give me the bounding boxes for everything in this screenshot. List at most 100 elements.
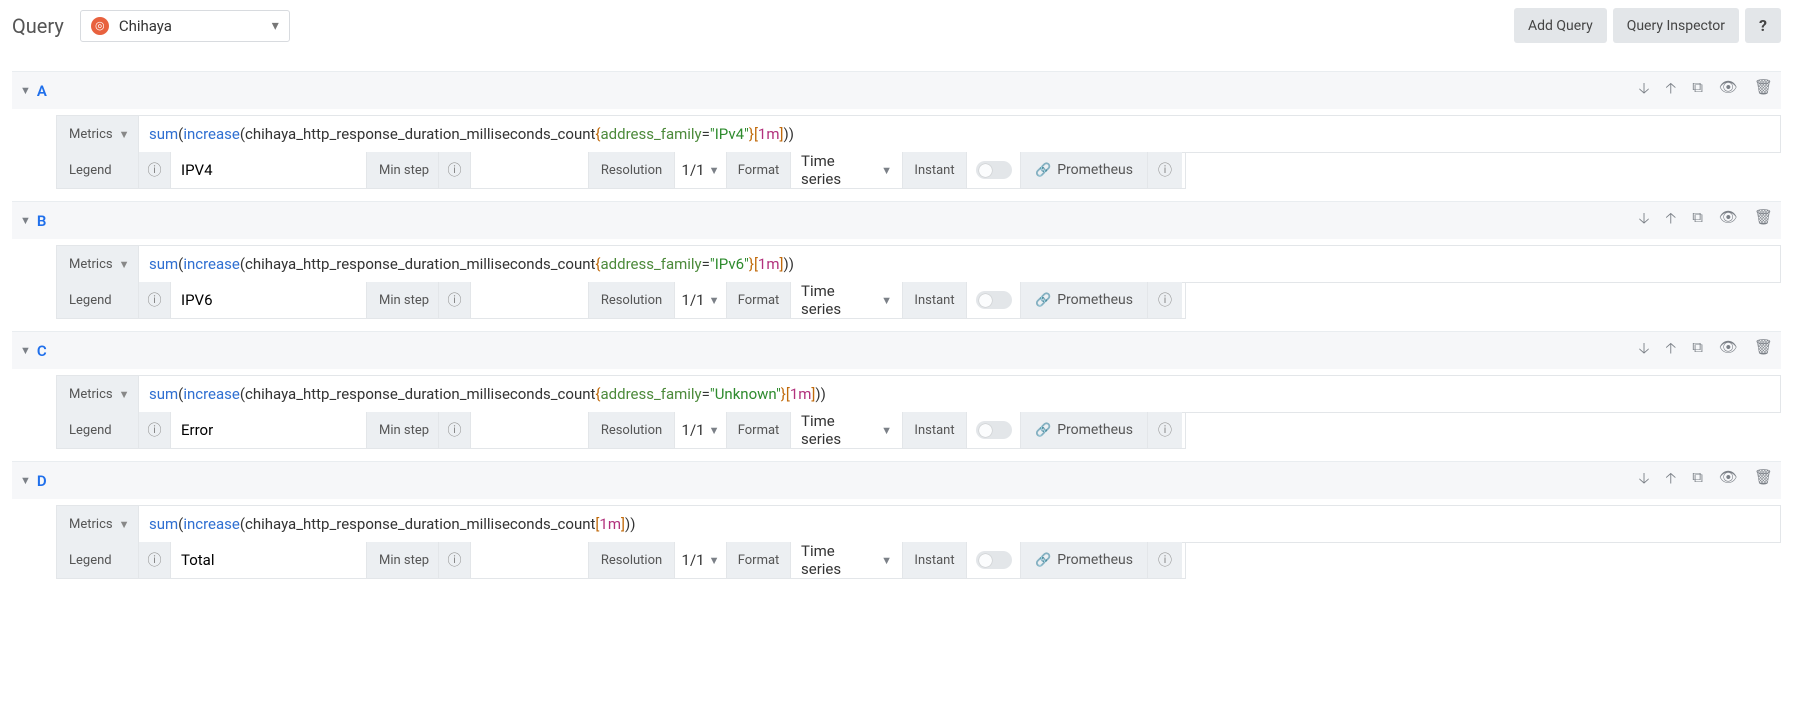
legend-input-wrap: [171, 412, 367, 448]
duplicate-icon[interactable]: ⧉: [1692, 78, 1703, 103]
legend-input[interactable]: [171, 542, 366, 578]
resolution-select[interactable]: 1/1▼: [675, 152, 727, 188]
move-up-icon[interactable]: 🡡: [1665, 468, 1676, 493]
trailing-info-icon[interactable]: ⓘ: [1148, 412, 1182, 448]
chevron-down-icon: ▼: [20, 214, 31, 227]
duplicate-icon[interactable]: ⧉: [1692, 338, 1703, 363]
instant-toggle[interactable]: [976, 161, 1012, 179]
metrics-label[interactable]: Metrics▼: [57, 246, 139, 282]
move-down-icon[interactable]: 🡣: [1639, 78, 1650, 103]
move-down-icon[interactable]: 🡣: [1639, 468, 1650, 493]
trailing-info-icon[interactable]: ⓘ: [1148, 282, 1182, 318]
external-link-icon: 🔗: [1035, 163, 1051, 178]
format-select[interactable]: Time series▼: [791, 152, 903, 188]
query-letter: C: [37, 342, 47, 360]
legend-info-icon[interactable]: ⓘ: [139, 542, 171, 578]
instant-toggle-wrap: [967, 282, 1021, 318]
legend-label: Legend: [57, 282, 139, 318]
delete-icon[interactable]: 🗑: [1754, 468, 1773, 493]
chevron-down-icon: ▼: [709, 424, 720, 437]
chevron-down-icon: ▼: [709, 554, 720, 567]
minstep-input-wrap: [471, 542, 589, 578]
resolution-select[interactable]: 1/1▼: [675, 412, 727, 448]
duplicate-icon[interactable]: ⧉: [1692, 208, 1703, 233]
move-up-icon[interactable]: 🡡: [1665, 208, 1676, 233]
delete-icon[interactable]: 🗑: [1754, 208, 1773, 233]
query-collapse-toggle[interactable]: ▼ A: [20, 82, 47, 100]
move-down-icon[interactable]: 🡣: [1639, 208, 1650, 233]
prometheus-link[interactable]: 🔗Prometheus: [1021, 152, 1148, 188]
legend-info-icon[interactable]: ⓘ: [139, 282, 171, 318]
minstep-input[interactable]: [471, 412, 588, 448]
minstep-input[interactable]: [471, 152, 588, 188]
query-row-B: ▼ B 🡣 🡡 ⧉ 👁 🗑 Metrics▼ sum(increase(chih…: [12, 201, 1781, 331]
legend-info-icon[interactable]: ⓘ: [139, 412, 171, 448]
datasource-picker[interactable]: ◎ Chihaya ▾: [80, 10, 290, 42]
instant-toggle[interactable]: [976, 551, 1012, 569]
format-select[interactable]: Time series▼: [791, 542, 903, 578]
query-body: Metrics▼ sum(increase(chihaya_http_respo…: [12, 505, 1781, 591]
instant-toggle-wrap: [967, 412, 1021, 448]
query-top-bar: Query ◎ Chihaya ▾ Add Query Query Inspec…: [12, 8, 1781, 43]
metrics-label[interactable]: Metrics▼: [57, 116, 139, 152]
chevron-down-icon: ▼: [709, 164, 720, 177]
duplicate-icon[interactable]: ⧉: [1692, 468, 1703, 493]
minstep-info-icon[interactable]: ⓘ: [439, 152, 471, 188]
query-header: ▼ A 🡣 🡡 ⧉ 👁 🗑: [12, 72, 1781, 109]
instant-toggle-wrap: [967, 152, 1021, 188]
help-button[interactable]: ?: [1745, 8, 1781, 43]
format-select[interactable]: Time series▼: [791, 412, 903, 448]
query-collapse-toggle[interactable]: ▼ C: [20, 342, 47, 360]
options-row: Legend ⓘ Min step ⓘ Resolution 1/1▼ Form…: [56, 282, 1186, 319]
trailing-info-icon[interactable]: ⓘ: [1148, 542, 1182, 578]
query-letter: A: [37, 82, 47, 100]
top-left: Query ◎ Chihaya ▾: [12, 10, 290, 42]
minstep-input[interactable]: [471, 542, 588, 578]
metrics-label[interactable]: Metrics▼: [57, 376, 139, 412]
metrics-expression-input[interactable]: sum(increase(chihaya_http_response_durat…: [139, 246, 1780, 282]
move-down-icon[interactable]: 🡣: [1639, 338, 1650, 363]
query-inspector-button[interactable]: Query Inspector: [1613, 8, 1739, 43]
options-row: Legend ⓘ Min step ⓘ Resolution 1/1▼ Form…: [56, 412, 1186, 449]
minstep-info-icon[interactable]: ⓘ: [439, 542, 471, 578]
toggle-visibility-icon[interactable]: 👁: [1719, 338, 1738, 363]
resolution-select[interactable]: 1/1▼: [675, 542, 727, 578]
metrics-row: Metrics▼ sum(increase(chihaya_http_respo…: [56, 375, 1781, 413]
move-up-icon[interactable]: 🡡: [1665, 338, 1676, 363]
chevron-down-icon: ▼: [20, 474, 31, 487]
metrics-expression-input[interactable]: sum(increase(chihaya_http_response_durat…: [139, 116, 1780, 152]
metrics-expression-input[interactable]: sum(increase(chihaya_http_response_durat…: [139, 376, 1780, 412]
delete-icon[interactable]: 🗑: [1754, 338, 1773, 363]
prometheus-link[interactable]: 🔗Prometheus: [1021, 282, 1148, 318]
metrics-expression-input[interactable]: sum(increase(chihaya_http_response_durat…: [139, 506, 1780, 542]
metrics-label[interactable]: Metrics▼: [57, 506, 139, 542]
minstep-input[interactable]: [471, 282, 588, 318]
toggle-visibility-icon[interactable]: 👁: [1719, 208, 1738, 233]
query-body: Metrics▼ sum(increase(chihaya_http_respo…: [12, 115, 1781, 201]
minstep-info-icon[interactable]: ⓘ: [439, 282, 471, 318]
minstep-info-icon[interactable]: ⓘ: [439, 412, 471, 448]
trailing-info-icon[interactable]: ⓘ: [1148, 152, 1182, 188]
instant-toggle[interactable]: [976, 421, 1012, 439]
top-right: Add Query Query Inspector ?: [1514, 8, 1781, 43]
query-collapse-toggle[interactable]: ▼ D: [20, 472, 47, 490]
chevron-down-icon: ▼: [119, 128, 130, 141]
format-select[interactable]: Time series▼: [791, 282, 903, 318]
minstep-label: Min step: [367, 412, 439, 448]
prometheus-link[interactable]: 🔗Prometheus: [1021, 542, 1148, 578]
delete-icon[interactable]: 🗑: [1754, 78, 1773, 103]
resolution-select[interactable]: 1/1▼: [675, 282, 727, 318]
prometheus-link[interactable]: 🔗Prometheus: [1021, 412, 1148, 448]
toggle-visibility-icon[interactable]: 👁: [1719, 78, 1738, 103]
resolution-label: Resolution: [589, 542, 675, 578]
toggle-visibility-icon[interactable]: 👁: [1719, 468, 1738, 493]
legend-input[interactable]: [171, 282, 366, 318]
legend-input[interactable]: [171, 152, 366, 188]
move-up-icon[interactable]: 🡡: [1665, 78, 1676, 103]
instant-toggle[interactable]: [976, 291, 1012, 309]
query-collapse-toggle[interactable]: ▼ B: [20, 212, 46, 230]
legend-info-icon[interactable]: ⓘ: [139, 152, 171, 188]
query-actions: 🡣 🡡 ⧉ 👁 🗑: [1639, 208, 1773, 233]
legend-input[interactable]: [171, 412, 366, 448]
add-query-button[interactable]: Add Query: [1514, 8, 1607, 43]
